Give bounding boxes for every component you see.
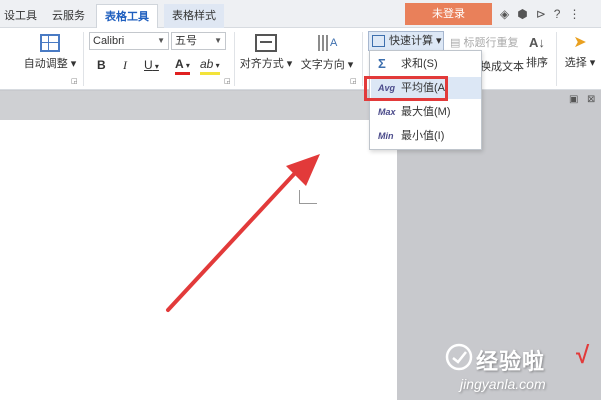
watermark-check: √ (576, 342, 590, 369)
watermark: 经验啦 √ jingyanla.com (430, 340, 600, 400)
menu-item-min[interactable]: Min 最小值(I) (371, 125, 481, 147)
watermark-logo-icon (445, 343, 473, 371)
watermark-text: 经验啦 (476, 349, 546, 374)
watermark-url: jingyanla.com (460, 376, 546, 392)
menu-item-max[interactable]: Max 最大值(M) (371, 101, 481, 123)
highlight-box (364, 76, 448, 101)
sigma-icon: Σ (378, 56, 386, 71)
menu-item-sum[interactable]: Σ 求和(S) (371, 53, 481, 75)
max-icon: Max (378, 107, 396, 117)
min-icon: Min (378, 131, 394, 141)
